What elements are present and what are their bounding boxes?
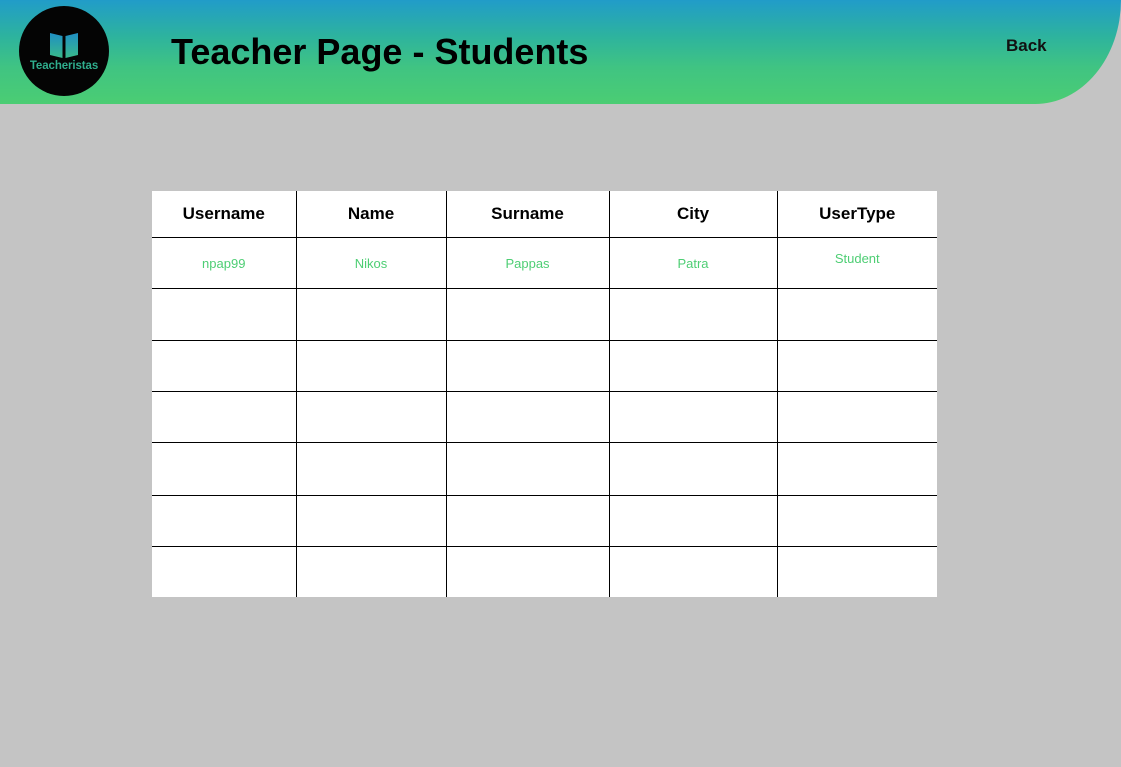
cell-surname: [445, 288, 609, 341]
cell-username: [152, 391, 296, 443]
table-row: [152, 495, 937, 547]
cell-username: [152, 442, 296, 496]
cell-city: [608, 546, 777, 597]
cell-surname: [445, 495, 609, 547]
logo[interactable]: Teacheristas: [19, 6, 109, 96]
column-header-usertype[interactable]: UserType: [776, 191, 937, 238]
cell-username: [152, 340, 296, 392]
cell-usertype: [776, 546, 937, 597]
column-header-name[interactable]: Name: [295, 191, 446, 238]
column-header-surname[interactable]: Surname: [445, 191, 609, 238]
cell-city: [608, 288, 777, 341]
cell-username: npap99: [152, 237, 296, 289]
cell-surname: [445, 442, 609, 496]
cell-usertype: [776, 288, 937, 341]
table-row: [152, 391, 937, 443]
table-row: [152, 288, 937, 341]
table-row: [152, 546, 937, 598]
cell-name: [295, 495, 446, 547]
column-header-username[interactable]: Username: [152, 191, 296, 238]
header-bar: Teacheristas Teacher Page - Students Bac…: [0, 0, 1121, 104]
cell-username: [152, 547, 296, 598]
column-header-city[interactable]: City: [608, 191, 777, 238]
students-table: Username Name Surname City UserType npap…: [152, 191, 937, 597]
page-title: Teacher Page - Students: [171, 31, 589, 72]
cell-surname: Pappas: [445, 237, 609, 289]
cell-city: [608, 442, 777, 496]
cell-name: Nikos: [295, 237, 446, 289]
cell-name: [295, 546, 446, 597]
cell-usertype: Student: [776, 237, 937, 289]
cell-usertype: [776, 442, 937, 496]
open-book-icon: [50, 33, 78, 58]
cell-username: [152, 495, 296, 547]
back-button[interactable]: Back: [1006, 36, 1047, 56]
cell-city: [608, 340, 777, 392]
cell-city: [608, 495, 777, 547]
table-header-row: Username Name Surname City UserType: [152, 191, 937, 238]
cell-surname: [445, 340, 609, 392]
cell-city: Patra: [608, 237, 777, 289]
table-row: [152, 340, 937, 392]
cell-usertype: [776, 340, 937, 392]
logo-text: Teacheristas: [29, 60, 99, 72]
cell-name: [295, 288, 446, 341]
cell-surname: [445, 546, 609, 597]
cell-name: [295, 442, 446, 496]
cell-city: [608, 391, 777, 443]
cell-usertype: [776, 391, 937, 443]
cell-usertype: [776, 495, 937, 547]
table-row: [152, 442, 937, 496]
cell-name: [295, 391, 446, 443]
cell-surname: [445, 391, 609, 443]
cell-username: [152, 288, 296, 341]
cell-name: [295, 340, 446, 392]
table-row[interactable]: npap99 Nikos Pappas Patra Student: [152, 237, 937, 289]
